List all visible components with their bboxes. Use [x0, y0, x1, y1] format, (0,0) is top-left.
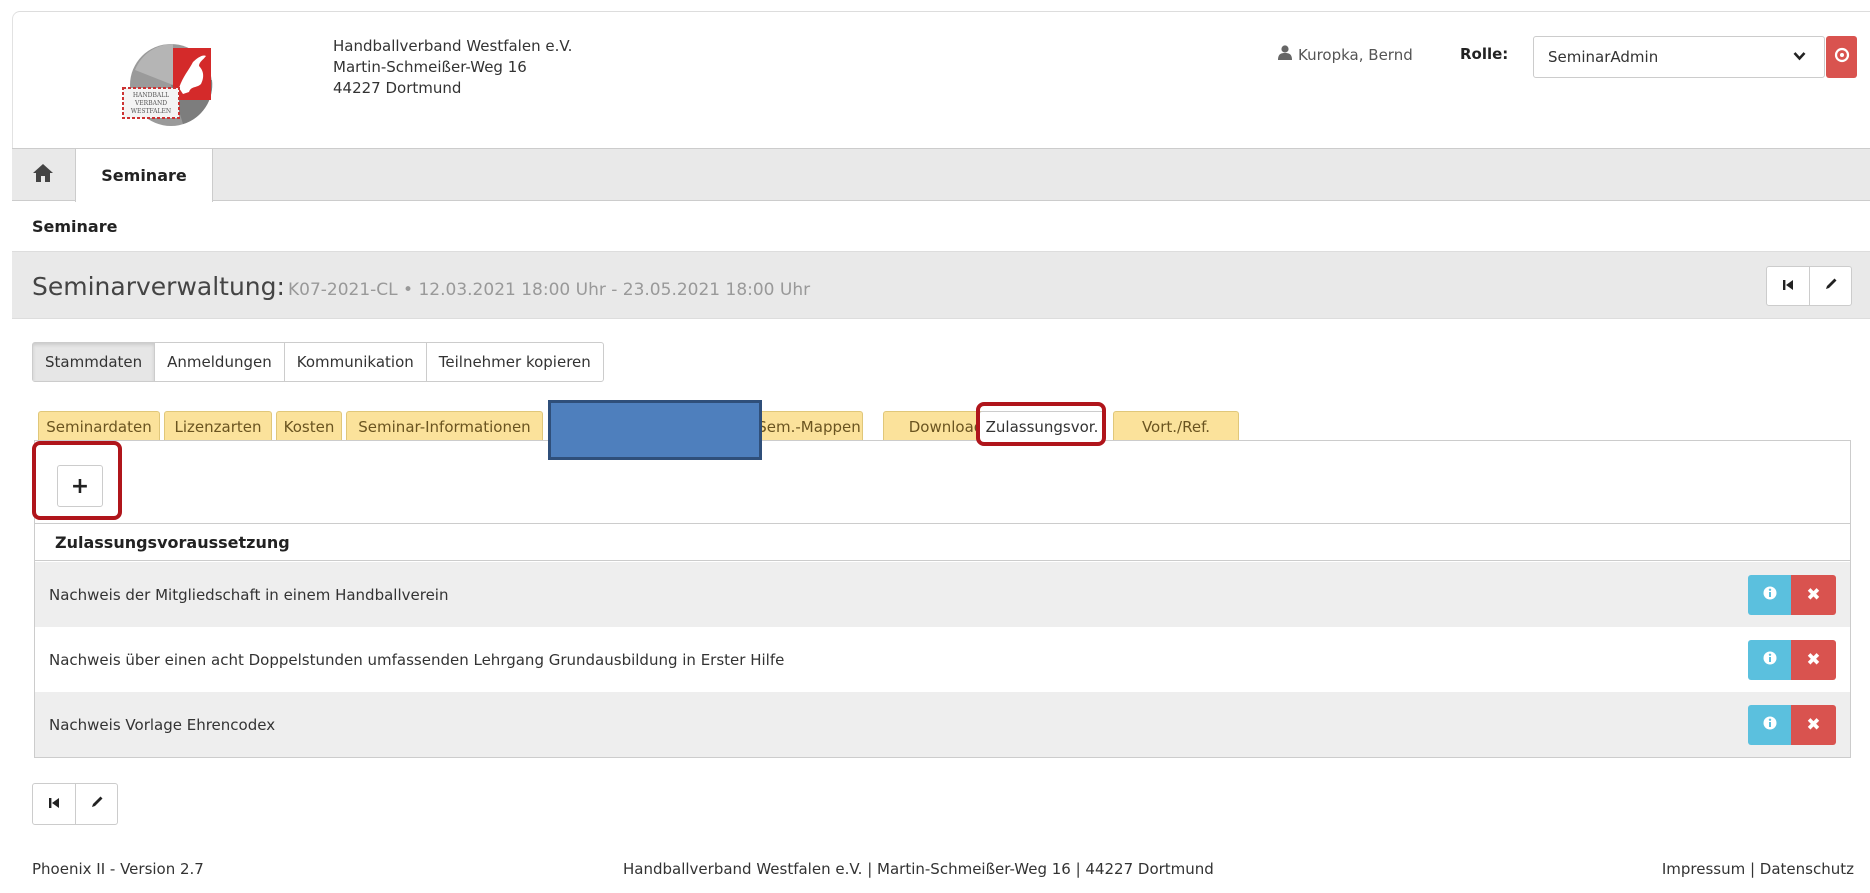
footer-separator: |	[1745, 860, 1760, 878]
edit-button[interactable]	[1809, 267, 1851, 305]
user-icon	[1278, 45, 1292, 64]
row-actions: ✖	[1748, 705, 1836, 745]
close-icon: ✖	[1806, 715, 1821, 735]
footer-links: Impressum | Datenschutz	[1662, 860, 1854, 878]
datenschutz-link[interactable]: Datenschutz	[1760, 860, 1854, 878]
info-button[interactable]	[1748, 575, 1791, 615]
row-text: Nachweis der Mitgliedschaft in einem Han…	[49, 585, 449, 604]
header: HANDBALL VERBAND WESTFALEN Handballverba…	[12, 11, 1870, 149]
skip-first-icon	[1782, 277, 1794, 295]
close-icon: ✖	[1806, 585, 1821, 605]
redaction-box	[548, 400, 762, 460]
close-icon: ✖	[1806, 650, 1821, 670]
page-title: Seminarverwaltung:	[32, 272, 285, 301]
page-subtitle: K07-2021-CL • 12.03.2021 18:00 Uhr - 23.…	[288, 280, 811, 300]
edit-button[interactable]	[75, 784, 117, 824]
org-city: 44227 Dortmund	[333, 79, 462, 97]
current-user[interactable]: Kuropka, Bernd	[1278, 45, 1413, 64]
version-text: Phoenix II - Version 2.7	[32, 860, 204, 878]
subtab-kosten[interactable]: Kosten	[276, 411, 342, 441]
first-record-button[interactable]	[33, 784, 75, 824]
org-street: Martin-Schmeißer-Weg 16	[333, 58, 527, 76]
subtab-vort-ref[interactable]: Vort./Ref.	[1113, 411, 1239, 441]
impressum-link[interactable]: Impressum	[1662, 860, 1745, 878]
home-icon	[32, 163, 54, 187]
subtab-seminardaten[interactable]: Seminardaten	[38, 411, 160, 441]
delete-button[interactable]: ✖	[1791, 640, 1836, 680]
role-select[interactable]: SeminarAdmin	[1533, 36, 1825, 78]
info-button[interactable]	[1748, 705, 1791, 745]
chevron-down-icon	[1793, 50, 1806, 65]
row-actions: ✖	[1748, 640, 1836, 680]
footer-address: Handballverband Westfalen e.V. | Martin-…	[623, 860, 1214, 878]
bottom-actions	[32, 783, 118, 825]
subtab-zulassungsvor[interactable]: Zulassungsvor.	[979, 411, 1105, 442]
subtab-sem-mappen[interactable]: Sem.-Mappen	[755, 411, 863, 441]
logout-button[interactable]	[1826, 36, 1857, 78]
info-button[interactable]	[1748, 640, 1791, 680]
subtab-seminar-informationen[interactable]: Seminar-Informationen	[346, 411, 543, 441]
table-row: Nachweis Vorlage Ehrencodex ✖	[35, 692, 1850, 757]
row-text: Nachweis Vorlage Ehrencodex	[49, 715, 276, 734]
power-icon	[1834, 47, 1850, 67]
tab-teilnehmer-kopieren[interactable]: Teilnehmer kopieren	[427, 343, 603, 381]
row-actions: ✖	[1748, 575, 1836, 615]
role-select-value: SeminarAdmin	[1548, 48, 1659, 66]
row-text: Nachweis über einen acht Doppelstunden u…	[49, 650, 785, 669]
first-record-button[interactable]	[1767, 267, 1809, 305]
info-icon	[1763, 716, 1777, 734]
subtab-lizenzarten[interactable]: Lizenzarten	[164, 411, 272, 441]
main-nav: Seminare	[12, 148, 1870, 202]
home-button[interactable]	[12, 149, 74, 201]
nav-tab-seminare[interactable]: Seminare	[75, 149, 213, 202]
pencil-icon	[90, 795, 104, 813]
breadcrumb: Seminare	[32, 217, 118, 236]
org-name: Handballverband Westfalen e.V.	[333, 37, 573, 55]
tab-anmeldungen[interactable]: Anmeldungen	[155, 343, 285, 381]
logo-text-1: HANDBALL	[133, 92, 169, 99]
pencil-icon	[1824, 277, 1838, 295]
skip-first-icon	[48, 795, 60, 813]
info-icon	[1763, 586, 1777, 604]
main-tabs: Stammdaten Anmeldungen Kommunikation Tei…	[32, 342, 604, 382]
delete-button[interactable]: ✖	[1791, 575, 1836, 615]
logo-text-2: VERBAND	[134, 100, 167, 107]
table-header-zulassungsvoraussetzung: Zulassungsvoraussetzung	[35, 523, 1850, 561]
title-actions	[1766, 266, 1852, 306]
logo-text-3: WESTFALEN	[131, 108, 171, 115]
info-icon	[1763, 651, 1777, 669]
user-name: Kuropka, Bernd	[1298, 45, 1413, 64]
add-button[interactable]: +	[57, 465, 103, 507]
table-row: Nachweis der Mitgliedschaft in einem Han…	[35, 562, 1850, 627]
role-label: Rolle:	[1460, 45, 1509, 63]
delete-button[interactable]: ✖	[1791, 705, 1836, 745]
tab-kommunikation[interactable]: Kommunikation	[285, 343, 427, 381]
hvw-logo: HANDBALL VERBAND WESTFALEN	[113, 40, 219, 130]
zulassung-panel: + Zulassungsvoraussetzung Nachweis der M…	[34, 440, 1851, 758]
tab-stammdaten[interactable]: Stammdaten	[33, 343, 156, 381]
table-row: Nachweis über einen acht Doppelstunden u…	[35, 627, 1850, 692]
org-address: Handballverband Westfalen e.V. Martin-Sc…	[333, 36, 572, 99]
page-title-bar: Seminarverwaltung: K07-2021-CL • 12.03.2…	[12, 251, 1870, 319]
